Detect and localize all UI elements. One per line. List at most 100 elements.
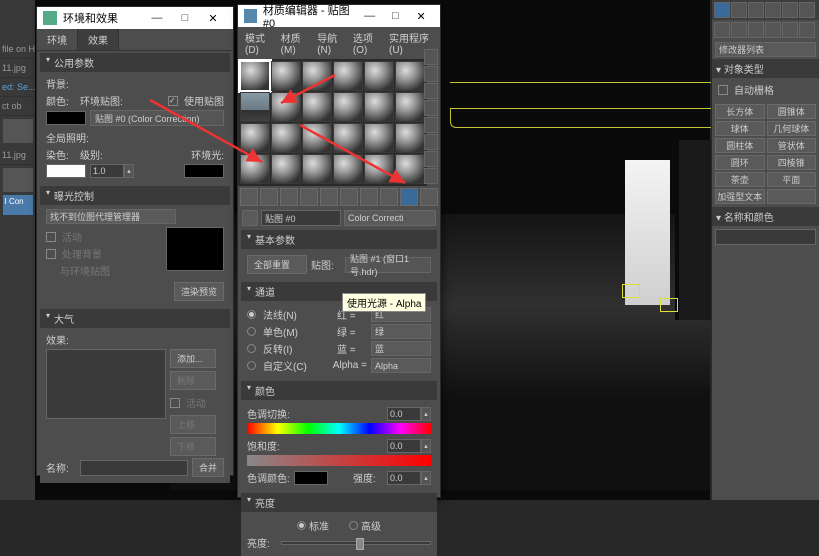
tab-environment[interactable]: 环境 (37, 29, 78, 50)
custom-radio[interactable] (247, 361, 256, 370)
normal-radio[interactable] (247, 310, 256, 319)
cameras-icon[interactable] (765, 22, 781, 38)
sample-slot[interactable] (395, 92, 425, 122)
selection-gizmo[interactable] (622, 284, 640, 298)
side-tool[interactable] (424, 117, 438, 133)
standard-radio[interactable] (297, 521, 306, 530)
rollout-header[interactable]: 公用参数 (40, 53, 230, 72)
sample-slot[interactable] (240, 92, 270, 122)
lights-icon[interactable] (748, 22, 764, 38)
sample-slot[interactable] (395, 154, 425, 184)
reset-all-button[interactable]: 全部重置 (247, 255, 307, 274)
side-tool[interactable] (424, 49, 438, 65)
asset-thumbnail[interactable]: I Con (3, 195, 33, 215)
close-button[interactable]: ✕ (408, 7, 434, 25)
green-channel-dropdown[interactable]: 绿 (371, 324, 431, 339)
show-in-viewport-button[interactable] (400, 188, 418, 206)
render-preview-button[interactable]: 渲染预览 (174, 282, 224, 301)
tube-button[interactable]: 管状体 (767, 138, 817, 153)
cone-button[interactable]: 圆锥体 (767, 104, 817, 119)
pick-from-object-button[interactable] (242, 210, 258, 226)
sample-slot[interactable] (395, 123, 425, 153)
add-button[interactable]: 添加... (170, 349, 216, 368)
titlebar[interactable]: 材质编辑器 - 贴图 #0 — □ ✕ (238, 5, 440, 27)
sample-slot[interactable] (333, 154, 363, 184)
process-bg-checkbox[interactable] (46, 249, 56, 259)
plane-button[interactable]: 平面 (767, 172, 817, 187)
pyramid-button[interactable]: 四棱锥 (767, 155, 817, 170)
active-checkbox[interactable] (46, 232, 56, 242)
create-tab[interactable] (714, 2, 730, 18)
sample-slot[interactable] (240, 61, 270, 91)
rollout-header[interactable]: ▾ 名称和颜色 (712, 207, 819, 226)
sample-slot[interactable] (364, 154, 394, 184)
material-name-field[interactable]: 贴图 #0 (261, 210, 341, 226)
menu-material[interactable]: 材质(M) (278, 29, 313, 57)
assign-button[interactable] (280, 188, 298, 206)
make-unique-button[interactable] (340, 188, 358, 206)
effect-name-field[interactable] (80, 460, 188, 476)
side-tool[interactable] (424, 151, 438, 167)
rollout-header[interactable]: 颜色 (241, 381, 437, 400)
maximize-button[interactable]: □ (383, 7, 409, 25)
titlebar[interactable]: 环境和效果 — □ ✕ (37, 7, 233, 29)
menu-navigate[interactable]: 导航(N) (314, 29, 348, 57)
hierarchy-tab[interactable] (748, 2, 764, 18)
side-tool[interactable] (424, 66, 438, 82)
asset-thumbnail[interactable] (3, 119, 33, 143)
menu-options[interactable]: 选项(O) (350, 29, 384, 57)
advanced-radio[interactable] (349, 521, 358, 530)
helpers-icon[interactable] (782, 22, 798, 38)
geosphere-button[interactable]: 几何球体 (767, 121, 817, 136)
command-panel[interactable]: 修改器列表 ▾ 对象类型 自动栅格 长方体 圆锥体 球体 几何球体 圆柱体 管状… (711, 0, 819, 500)
ambient-swatch[interactable] (184, 164, 224, 178)
invert-radio[interactable] (247, 344, 256, 353)
sample-slot[interactable] (240, 123, 270, 153)
move-up-button[interactable]: 上移 (170, 415, 216, 434)
side-tool[interactable] (424, 168, 438, 184)
sample-slot[interactable] (271, 123, 301, 153)
material-id-button[interactable] (380, 188, 398, 206)
sample-slot[interactable] (364, 92, 394, 122)
box-button[interactable]: 长方体 (715, 104, 765, 119)
utilities-tab[interactable] (799, 2, 815, 18)
rollout-header[interactable]: 亮度 (241, 493, 437, 512)
cylinder-button[interactable]: 圆柱体 (715, 138, 765, 153)
sample-slot[interactable] (271, 154, 301, 184)
motion-tab[interactable] (765, 2, 781, 18)
asset-thumbnail[interactable] (3, 168, 33, 192)
sample-slot[interactable] (364, 61, 394, 91)
list-item[interactable]: 11.jpg (0, 146, 35, 165)
rollout-header[interactable]: ▾ 对象类型 (712, 59, 819, 78)
sample-slot[interactable] (395, 61, 425, 91)
sample-slot[interactable] (240, 154, 270, 184)
side-tool[interactable] (424, 83, 438, 99)
hue-strip[interactable] (247, 423, 431, 434)
list-item[interactable]: ct ob (0, 97, 35, 116)
use-map-checkbox[interactable] (168, 96, 178, 106)
maximize-button[interactable]: □ (171, 9, 199, 27)
sample-slot[interactable] (271, 61, 301, 91)
spacewarps-icon[interactable] (799, 22, 815, 38)
alpha-channel-dropdown[interactable]: Alpha (371, 358, 431, 373)
modify-tab[interactable] (731, 2, 747, 18)
strength-spinner[interactable]: ▴ (387, 471, 431, 485)
list-item[interactable]: file on H (0, 40, 35, 59)
display-tab[interactable] (782, 2, 798, 18)
sample-slot[interactable] (333, 123, 363, 153)
tint-color-swatch[interactable] (294, 471, 328, 485)
env-map-button[interactable]: 贴图 #0 (Color Correction) (90, 110, 224, 126)
effects-listbox[interactable] (46, 349, 166, 419)
move-down-button[interactable]: 下移 (170, 437, 216, 456)
tab-effects[interactable]: 效果 (78, 29, 119, 50)
exposure-type-dropdown[interactable]: 找不到位图代理管理器 (46, 209, 176, 224)
hue-shift-spinner[interactable]: ▴ (387, 407, 431, 421)
level-spinner[interactable]: ▴ (90, 164, 134, 178)
sample-slot[interactable] (271, 92, 301, 122)
modifier-list-dropdown[interactable]: 修改器列表 (715, 42, 816, 57)
textplus-button[interactable]: 加强型文本 (715, 189, 765, 204)
saturation-spinner[interactable]: ▴ (387, 439, 431, 453)
mono-radio[interactable] (247, 327, 256, 336)
sample-slot[interactable] (302, 154, 332, 184)
sample-slot[interactable] (333, 61, 363, 91)
